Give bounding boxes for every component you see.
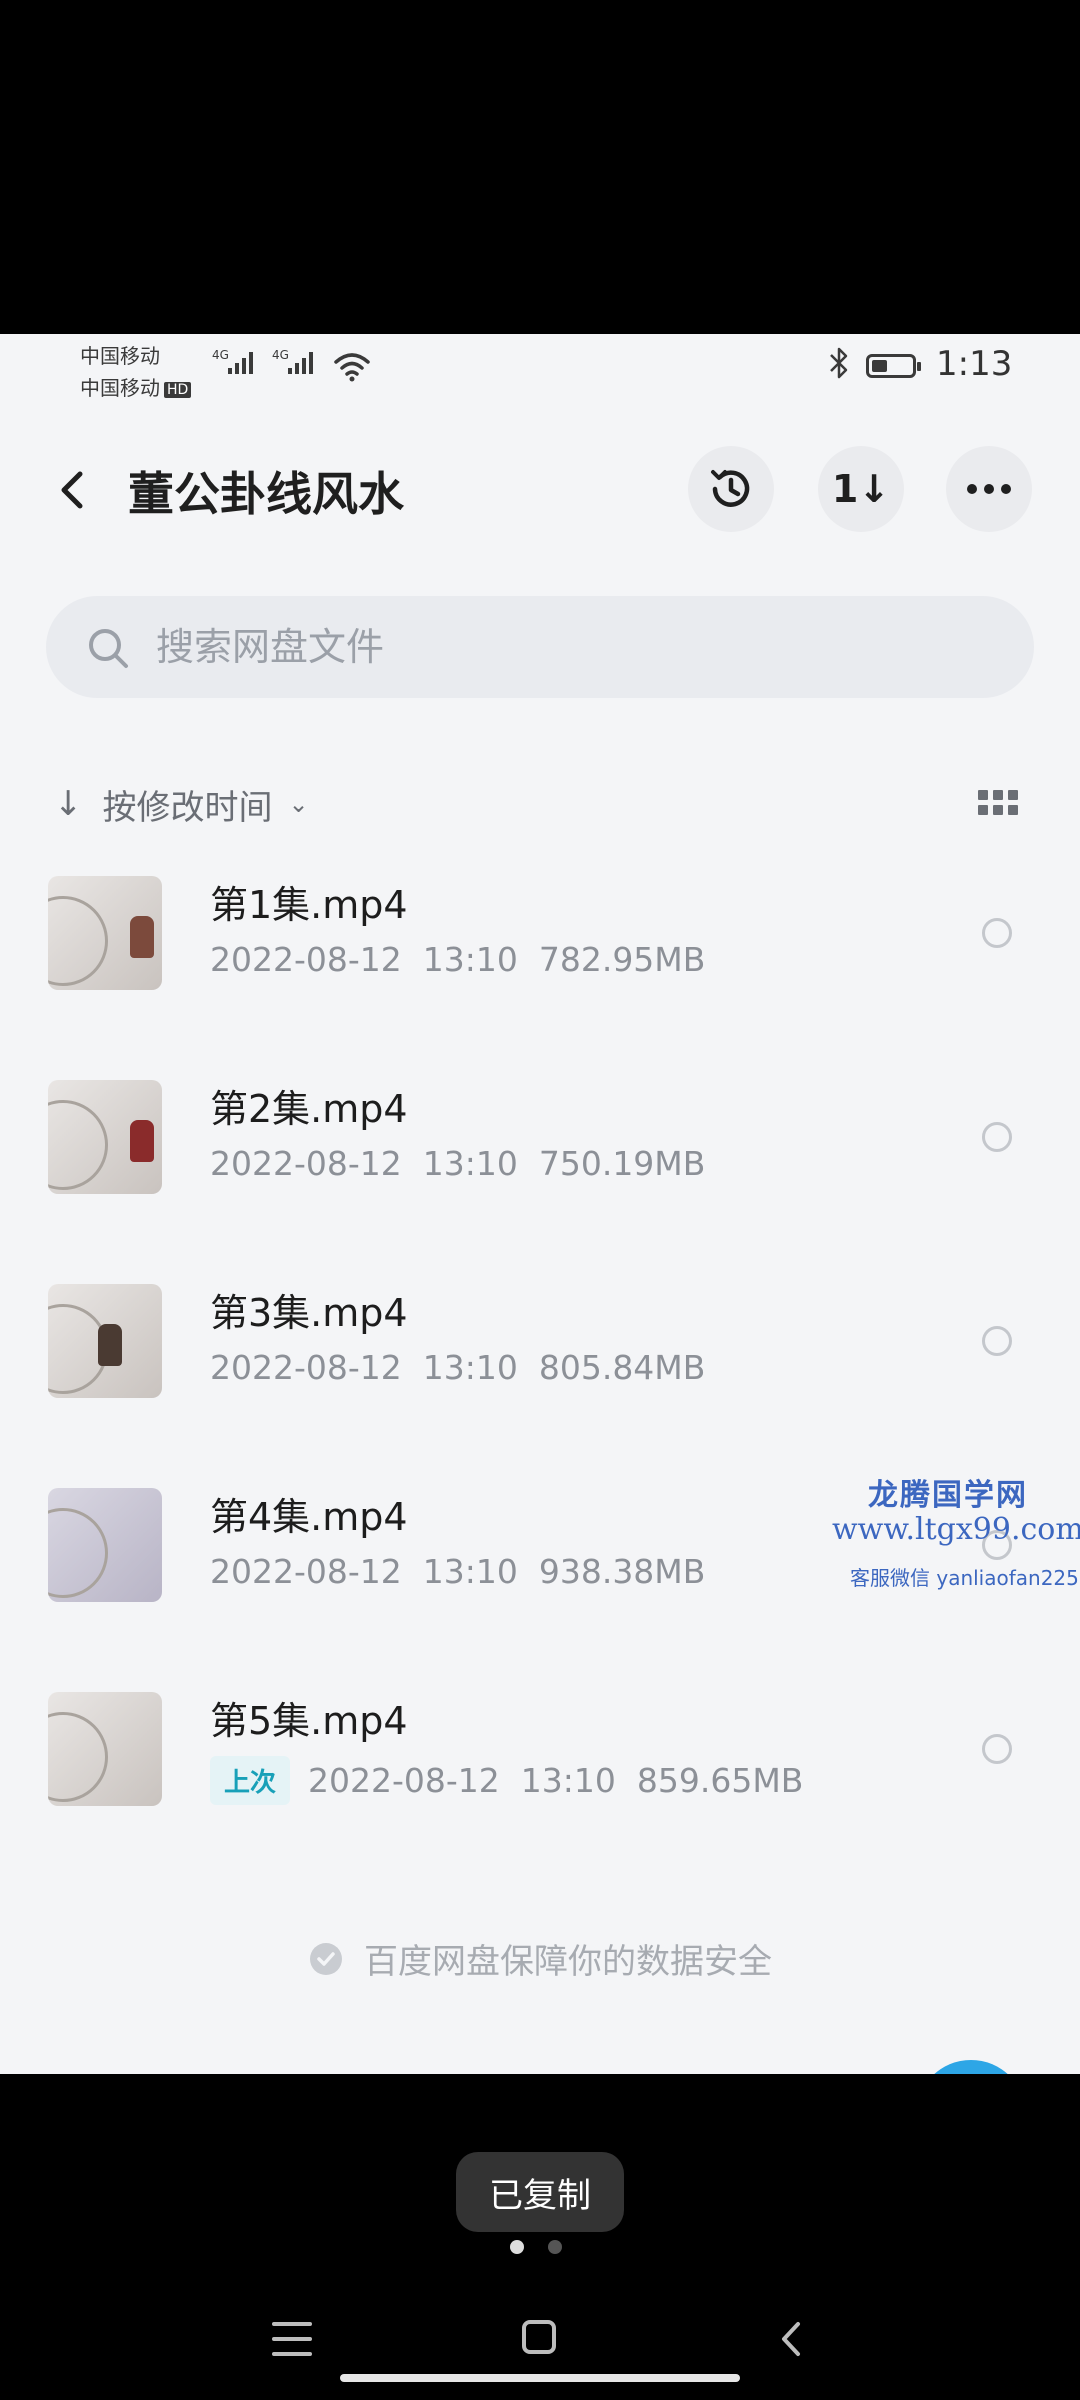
watermark-contact: 客服微信 yanliaofan225 [850, 1566, 1079, 1590]
recent-apps-button[interactable] [272, 2322, 312, 2356]
history-icon [711, 470, 750, 507]
search-bar[interactable] [46, 596, 1034, 698]
file-meta-text: 2022-08-12 13:10 938.38MB [210, 1552, 706, 1591]
carrier-label-2: 中国移动 HD [80, 372, 192, 401]
list-item[interactable]: 第1集.mp4 2022-08-12 13:10 782.95MB [0, 848, 1080, 1052]
page-title: 董公卦线风水 [128, 467, 404, 521]
signal-icon: 4G [212, 348, 253, 378]
watermark-title: 龙腾国学网 [868, 1478, 1028, 1513]
page-dot [548, 2240, 562, 2254]
list-item[interactable]: 第5集.mp4 上次 2022-08-12 13:10 859.65MB [0, 1664, 1080, 1868]
carrier-label-2-text: 中国移动 [80, 376, 160, 400]
battery-icon [866, 354, 921, 378]
select-checkbox[interactable] [982, 1122, 1012, 1152]
network-type-1: 4G [212, 348, 229, 362]
file-meta: 上次 2022-08-12 13:10 859.65MB [210, 1756, 803, 1805]
file-name: 第2集.mp4 [210, 1087, 408, 1131]
select-checkbox[interactable] [982, 918, 1012, 948]
file-meta: 2022-08-12 13:10 938.38MB [210, 1552, 705, 1591]
watermark-url: www.ltgx99.com [832, 1512, 1080, 1547]
file-name: 第4集.mp4 [210, 1495, 408, 1539]
page-indicator [510, 2240, 562, 2254]
file-meta: 2022-08-12 13:10 805.84MB [210, 1348, 705, 1387]
back-icon[interactable] [50, 460, 94, 520]
file-name: 第3集.mp4 [210, 1291, 408, 1335]
safety-text: 百度网盘保障你的数据安全 [364, 1942, 772, 1982]
more-button[interactable] [946, 446, 1032, 532]
top-black-area [0, 0, 1080, 334]
file-meta-text: 2022-08-12 13:10 859.65MB [308, 1761, 804, 1800]
video-thumbnail [48, 1488, 162, 1602]
file-meta: 2022-08-12 13:10 750.19MB [210, 1144, 705, 1183]
video-thumbnail [48, 1080, 162, 1194]
system-nav-bar [0, 2300, 1080, 2380]
network-type-2: 4G [272, 348, 289, 362]
history-button[interactable] [688, 446, 774, 532]
last-played-badge: 上次 [210, 1756, 291, 1805]
video-thumbnail [48, 1284, 162, 1398]
carrier-label-1: 中国移动 [80, 344, 160, 368]
status-time: 1:13 [936, 344, 1013, 384]
home-indicator[interactable] [340, 2374, 740, 2382]
video-thumbnail [48, 876, 162, 990]
shield-icon [310, 1942, 342, 1975]
hd-badge: HD [164, 381, 192, 398]
file-name: 第1集.mp4 [210, 883, 408, 927]
bluetooth-icon [830, 347, 848, 379]
file-meta-text: 2022-08-12 13:10 805.84MB [210, 1348, 706, 1387]
file-name: 第5集.mp4 [210, 1699, 408, 1743]
signal-icon-2: 4G [272, 348, 313, 378]
sort-label: 按修改时间 [102, 787, 273, 828]
nav-back-icon[interactable] [776, 2318, 806, 2360]
search-icon [89, 629, 128, 668]
chevron-down-icon: ⌄ [288, 790, 309, 818]
list-item[interactable]: 第3集.mp4 2022-08-12 13:10 805.84MB [0, 1256, 1080, 1460]
more-icon [967, 484, 1011, 494]
upload-fab-button[interactable] [916, 2060, 1026, 2074]
page-dot-active [510, 2240, 524, 2254]
app-screen: 中国移动 中国移动 HD 4G 4G 1:13 董公卦线风水 1↓ 搜索网盘文件… [0, 334, 1080, 2074]
search-input[interactable] [156, 596, 996, 698]
file-meta-text: 2022-08-12 13:10 782.95MB [210, 940, 706, 979]
home-button[interactable] [522, 2320, 556, 2354]
sort-button[interactable]: 1↓ [818, 446, 904, 532]
copied-toast: 已复制 [456, 2152, 624, 2232]
sort-direction-icon: ↓ [54, 784, 83, 824]
file-list: 第1集.mp4 2022-08-12 13:10 782.95MB 第2集.mp… [0, 848, 1080, 1868]
video-thumbnail [48, 1692, 162, 1806]
list-item[interactable]: 第2集.mp4 2022-08-12 13:10 750.19MB [0, 1052, 1080, 1256]
select-checkbox[interactable] [982, 1734, 1012, 1764]
grid-view-icon[interactable] [978, 790, 1018, 818]
wifi-icon [334, 353, 370, 382]
file-meta: 2022-08-12 13:10 782.95MB [210, 940, 705, 979]
safety-notice: 百度网盘保障你的数据安全 [0, 1934, 1080, 1983]
file-meta-text: 2022-08-12 13:10 750.19MB [210, 1144, 706, 1183]
sort-dropdown[interactable]: ↓ 按修改时间 ⌄ [54, 774, 309, 834]
sort-icon: 1↓ [831, 467, 891, 511]
battery-fill [872, 360, 887, 372]
select-checkbox[interactable] [982, 1326, 1012, 1356]
